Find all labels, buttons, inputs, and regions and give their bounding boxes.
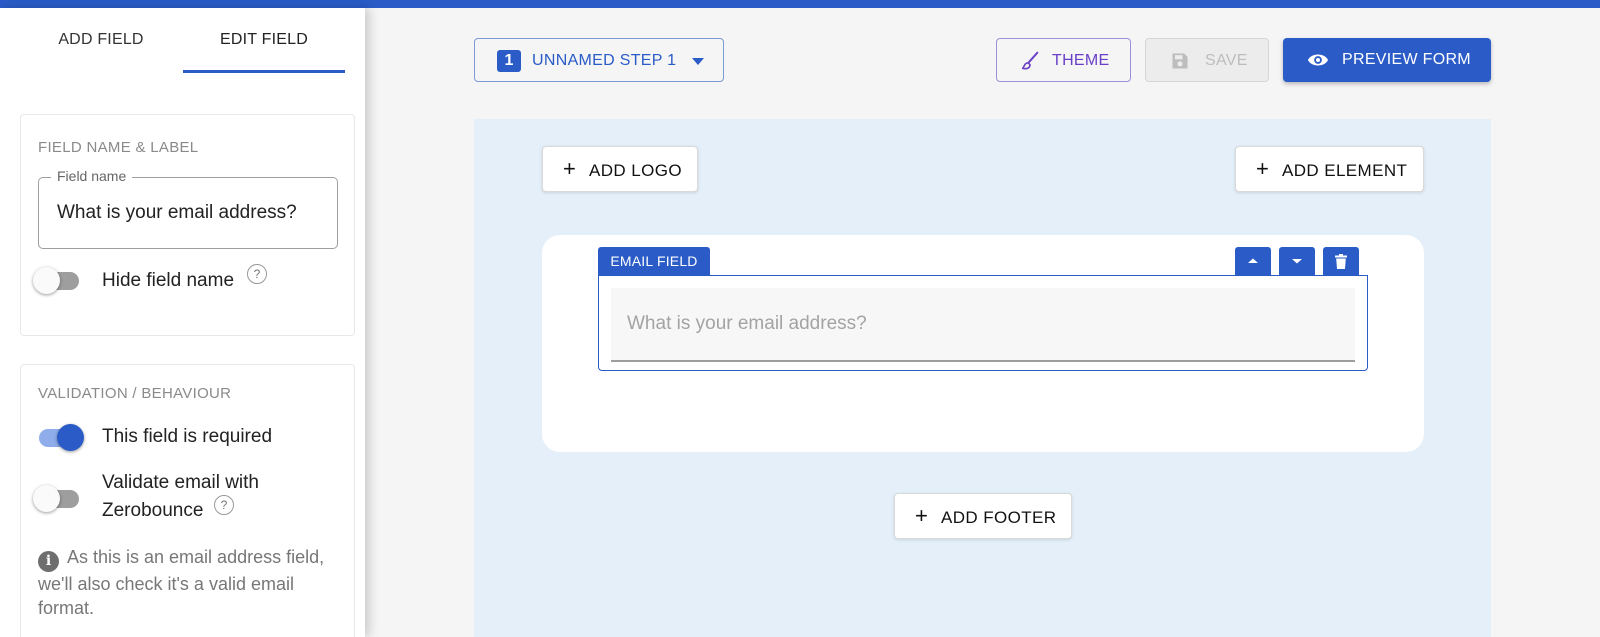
help-icon[interactable]: ? xyxy=(214,495,234,515)
step-label: UNNAMED STEP 1 xyxy=(532,52,677,69)
theme-button[interactable]: THEME xyxy=(996,38,1131,82)
move-up-button[interactable] xyxy=(1235,247,1271,275)
caret-down-icon xyxy=(1292,259,1302,264)
preview-label: PREVIEW FORM xyxy=(1342,51,1471,68)
save-label: SAVE xyxy=(1205,52,1248,69)
add-logo-button[interactable]: + ADD LOGO xyxy=(542,146,698,192)
step-selector[interactable]: 1 UNNAMED STEP 1 xyxy=(474,38,724,82)
move-down-button[interactable] xyxy=(1279,247,1315,275)
validation-card: VALIDATION / BEHAVIOUR This field is req… xyxy=(20,364,355,637)
toggle-thumb xyxy=(33,267,60,294)
plus-icon: + xyxy=(563,156,577,181)
delete-field-button[interactable] xyxy=(1323,247,1359,275)
caret-up-icon xyxy=(1248,258,1258,263)
plus-icon: + xyxy=(915,503,929,528)
info-text: As this is an email address field, we'll… xyxy=(38,547,325,618)
field-name-card-title: FIELD NAME & LABEL xyxy=(38,139,199,156)
email-field-tag: EMAIL FIELD xyxy=(598,247,710,275)
zerobounce-toggle[interactable] xyxy=(33,484,83,514)
active-tab-indicator xyxy=(183,70,345,73)
caret-down-icon xyxy=(692,58,704,65)
sidebar-tabs: ADD FIELD EDIT FIELD xyxy=(0,8,365,74)
save-button[interactable]: SAVE xyxy=(1145,38,1269,82)
add-logo-label: ADD LOGO xyxy=(589,161,682,180)
theme-label: THEME xyxy=(1052,52,1110,69)
field-name-input[interactable]: Field name What is your email address? xyxy=(38,168,338,249)
toggle-thumb xyxy=(33,485,60,512)
tab-edit-field[interactable]: EDIT FIELD xyxy=(183,8,345,72)
email-field-box xyxy=(598,275,1368,371)
email-input[interactable] xyxy=(611,288,1355,362)
edit-sidebar: ADD FIELD EDIT FIELD FIELD NAME & LABEL … xyxy=(0,8,365,637)
help-icon[interactable]: ? xyxy=(247,264,267,284)
step-number-badge: 1 xyxy=(497,50,521,72)
field-name-value: What is your email address? xyxy=(57,202,297,223)
field-name-card: FIELD NAME & LABEL Field name What is yo… xyxy=(20,114,355,336)
zerobounce-label-line2: Zerobounce xyxy=(102,500,204,521)
preview-form-button[interactable]: PREVIEW FORM xyxy=(1283,38,1491,82)
hide-field-name-label: Hide field name xyxy=(102,270,235,291)
zerobounce-label-line1: Validate email with xyxy=(102,472,260,493)
plus-icon: + xyxy=(1256,156,1270,181)
required-toggle[interactable] xyxy=(33,423,84,453)
hide-field-name-toggle[interactable] xyxy=(33,266,83,296)
add-element-button[interactable]: + ADD ELEMENT xyxy=(1235,146,1424,192)
tab-add-field[interactable]: ADD FIELD xyxy=(20,8,182,72)
info-icon: i xyxy=(38,550,59,572)
validation-card-title: VALIDATION / BEHAVIOUR xyxy=(38,385,232,402)
trash-icon xyxy=(1335,253,1347,269)
add-footer-button[interactable]: + ADD FOOTER xyxy=(894,493,1072,539)
save-icon xyxy=(1172,53,1188,69)
required-label: This field is required xyxy=(102,426,273,447)
toggle-thumb xyxy=(57,424,84,451)
add-footer-label: ADD FOOTER xyxy=(941,508,1057,527)
top-accent-bar xyxy=(0,0,1600,8)
brush-icon xyxy=(1021,51,1039,70)
add-element-label: ADD ELEMENT xyxy=(1282,161,1408,180)
email-format-info: i As this is an email address field, we'l… xyxy=(38,545,338,620)
eye-icon xyxy=(1307,54,1329,66)
field-name-legend: Field name xyxy=(51,168,133,184)
